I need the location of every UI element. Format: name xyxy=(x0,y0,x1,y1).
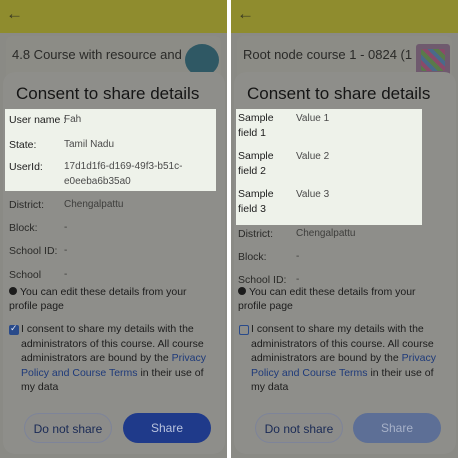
arrow-left-icon[interactable]: ← xyxy=(237,4,254,24)
field-value-userid-cont: e0eeba6b35a0 xyxy=(64,176,131,187)
field-value-school-id: - xyxy=(64,245,68,256)
dialog-title: Consent to share details xyxy=(247,84,431,103)
app-bar: ← xyxy=(0,0,227,33)
share-button[interactable]: Share xyxy=(353,413,441,443)
field-label-sample-3: Sample xyxy=(238,188,274,200)
field-value-block: - xyxy=(64,222,68,233)
field-label-sample-3-cont: field 3 xyxy=(238,203,267,215)
arrow-left-icon[interactable]: ← xyxy=(6,4,23,24)
course-title: Root node course 1 - 0824 (1 xyxy=(243,47,413,62)
consent-checkbox[interactable] xyxy=(239,325,249,335)
field-label-school-id: School ID: xyxy=(9,245,58,257)
field-label-username: User name : xyxy=(9,114,67,126)
field-label-district: District: xyxy=(238,228,273,240)
info-note: You can edit these details from your pro… xyxy=(238,285,443,313)
info-icon xyxy=(238,287,246,296)
field-value-sample-2: Value 2 xyxy=(296,151,330,162)
field-label-sample-1-cont: field 1 xyxy=(238,127,267,139)
field-value-district: Chengalpattu xyxy=(296,228,356,239)
field-label-state: State: xyxy=(9,139,37,151)
consent-checkbox[interactable] xyxy=(9,323,19,335)
consent-text: I consent to share my details with the a… xyxy=(21,322,216,395)
info-icon xyxy=(9,287,17,296)
consent-dialog: Consent to share details Sample field 1 … xyxy=(234,72,456,454)
field-label-block: Block: xyxy=(238,251,267,263)
field-value-state: Tamil Nadu xyxy=(64,139,115,150)
field-label-school: School xyxy=(9,269,42,281)
share-button[interactable]: Share xyxy=(123,413,211,443)
field-label-block: Block: xyxy=(9,222,38,234)
course-title: 4.8 Course with resource and xyxy=(12,47,182,62)
field-value-username: Fah xyxy=(64,114,82,125)
app-bar: ← xyxy=(231,0,458,33)
field-value-block: - xyxy=(296,251,300,262)
field-value-district: Chengalpattu xyxy=(64,199,124,210)
info-text: You can edit these details from your pro… xyxy=(9,286,187,312)
field-label-sample-2-cont: field 2 xyxy=(238,165,267,177)
consent-text: I consent to share my details with the a… xyxy=(251,322,446,395)
info-text: You can edit these details from your pro… xyxy=(238,286,416,312)
left-screen: ← 4.8 Course with resource and Consent t… xyxy=(0,0,227,458)
info-note: You can edit these details from your pro… xyxy=(9,285,214,313)
do-not-share-button[interactable]: Do not share xyxy=(24,413,112,443)
field-label-sample-1: Sample xyxy=(238,112,274,124)
field-value-userid: 17d1d1f6-d169-49f3-b51c- xyxy=(64,161,183,172)
field-label-userid: UserId: xyxy=(9,161,43,173)
right-screen: ← Root node course 1 - 0824 (1 Consent t… xyxy=(231,0,458,458)
field-value-sample-3: Value 3 xyxy=(296,189,330,200)
do-not-share-button[interactable]: Do not share xyxy=(255,413,343,443)
dialog-title: Consent to share details xyxy=(16,84,200,103)
field-label-district: District: xyxy=(9,199,44,211)
consent-dialog: Consent to share details User name : Fah… xyxy=(3,72,225,454)
field-label-sample-2: Sample xyxy=(238,150,274,162)
field-value-sample-1: Value 1 xyxy=(296,113,330,124)
field-value-school: - xyxy=(64,269,68,280)
